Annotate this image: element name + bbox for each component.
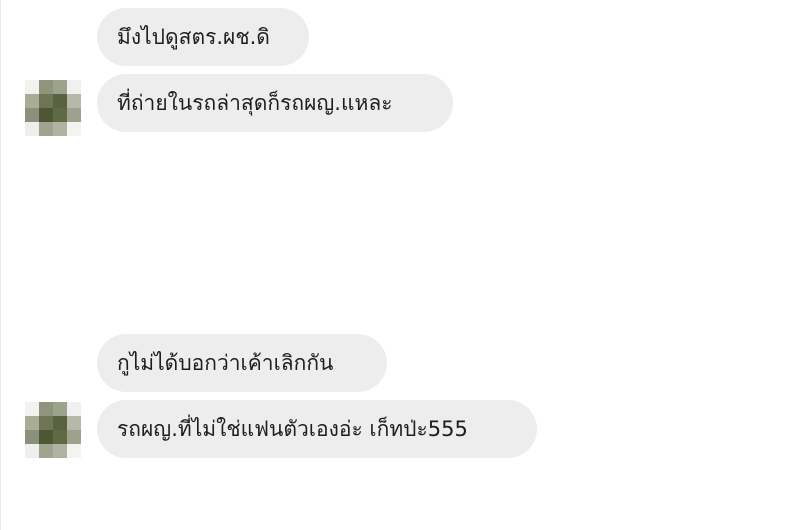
message-bubble[interactable]: รถผญ.ที่ไม่ใช่แฟนตัวเองอ่ะ เก็ทป่ะ555 (97, 400, 537, 458)
message-bubble[interactable]: ที่ถ่ายในรถล่าสุดก็รถผญ.แหละ (97, 74, 453, 132)
message-text: กูไม่ได้บอกว่าเค้าเลิกกัน (117, 350, 334, 375)
message-bubble[interactable]: กูไม่ได้บอกว่าเค้าเลิกกัน (97, 334, 387, 392)
message-text: ที่ถ่ายในรถล่าสุดก็รถผญ.แหละ (117, 90, 393, 115)
avatar-icon[interactable] (25, 80, 81, 136)
message-text: รถผญ.ที่ไม่ใช่แฟนตัวเองอ่ะ เก็ทป่ะ555 (117, 416, 468, 441)
message-bubble[interactable]: มึงไปดูสตร.ผช.ดิ (97, 8, 309, 66)
chat-thread: มึงไปดูสตร.ผช.ดิ ที่ถ่ายในรถล่าสุดก็รถผญ… (0, 0, 800, 530)
message-text: มึงไปดูสตร.ผช.ดิ (117, 24, 270, 49)
avatar-icon[interactable] (25, 402, 81, 458)
